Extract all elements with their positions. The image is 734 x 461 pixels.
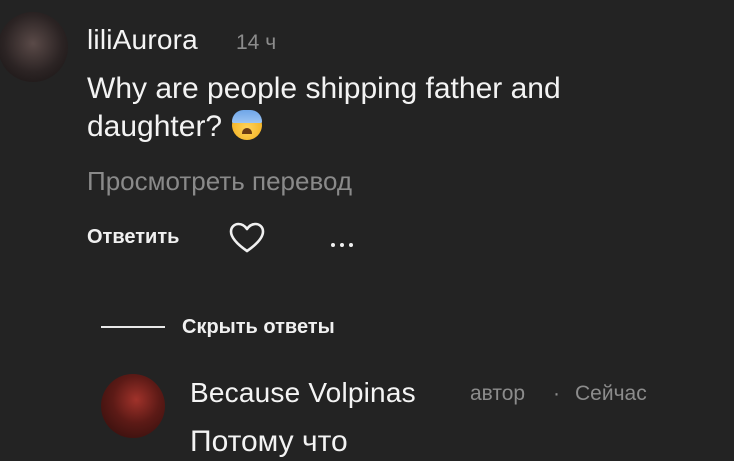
author-badge: автор: [470, 382, 526, 405]
reply-username[interactable]: Because Volpinas: [190, 377, 416, 409]
reply-text: Потому что: [190, 425, 348, 458]
comment-text-line-2: daughter?: [87, 108, 707, 146]
reply-timestamp: Сейчас: [575, 382, 647, 405]
comment-text: Why are people shipping father and daugh…: [87, 70, 707, 146]
more-options-icon[interactable]: [331, 234, 358, 252]
avatar[interactable]: [0, 12, 68, 82]
comment-timestamp: 14 ч: [236, 31, 277, 54]
hide-replies-button[interactable]: Скрыть ответы: [182, 316, 335, 339]
comment-username[interactable]: liliAurora: [87, 24, 198, 56]
comment-text-line: daughter?: [87, 110, 223, 143]
thread-line-divider: [101, 326, 165, 328]
see-translation-link[interactable]: Просмотреть перевод: [87, 166, 352, 197]
comment-text-line: Why are people shipping father and: [87, 72, 561, 105]
reply-avatar[interactable]: [101, 374, 165, 438]
like-heart-icon[interactable]: [228, 222, 266, 254]
reply-button[interactable]: Ответить: [87, 226, 179, 249]
separator-dot: ·: [553, 382, 560, 405]
anxious-face-emoji-icon: [232, 110, 263, 140]
